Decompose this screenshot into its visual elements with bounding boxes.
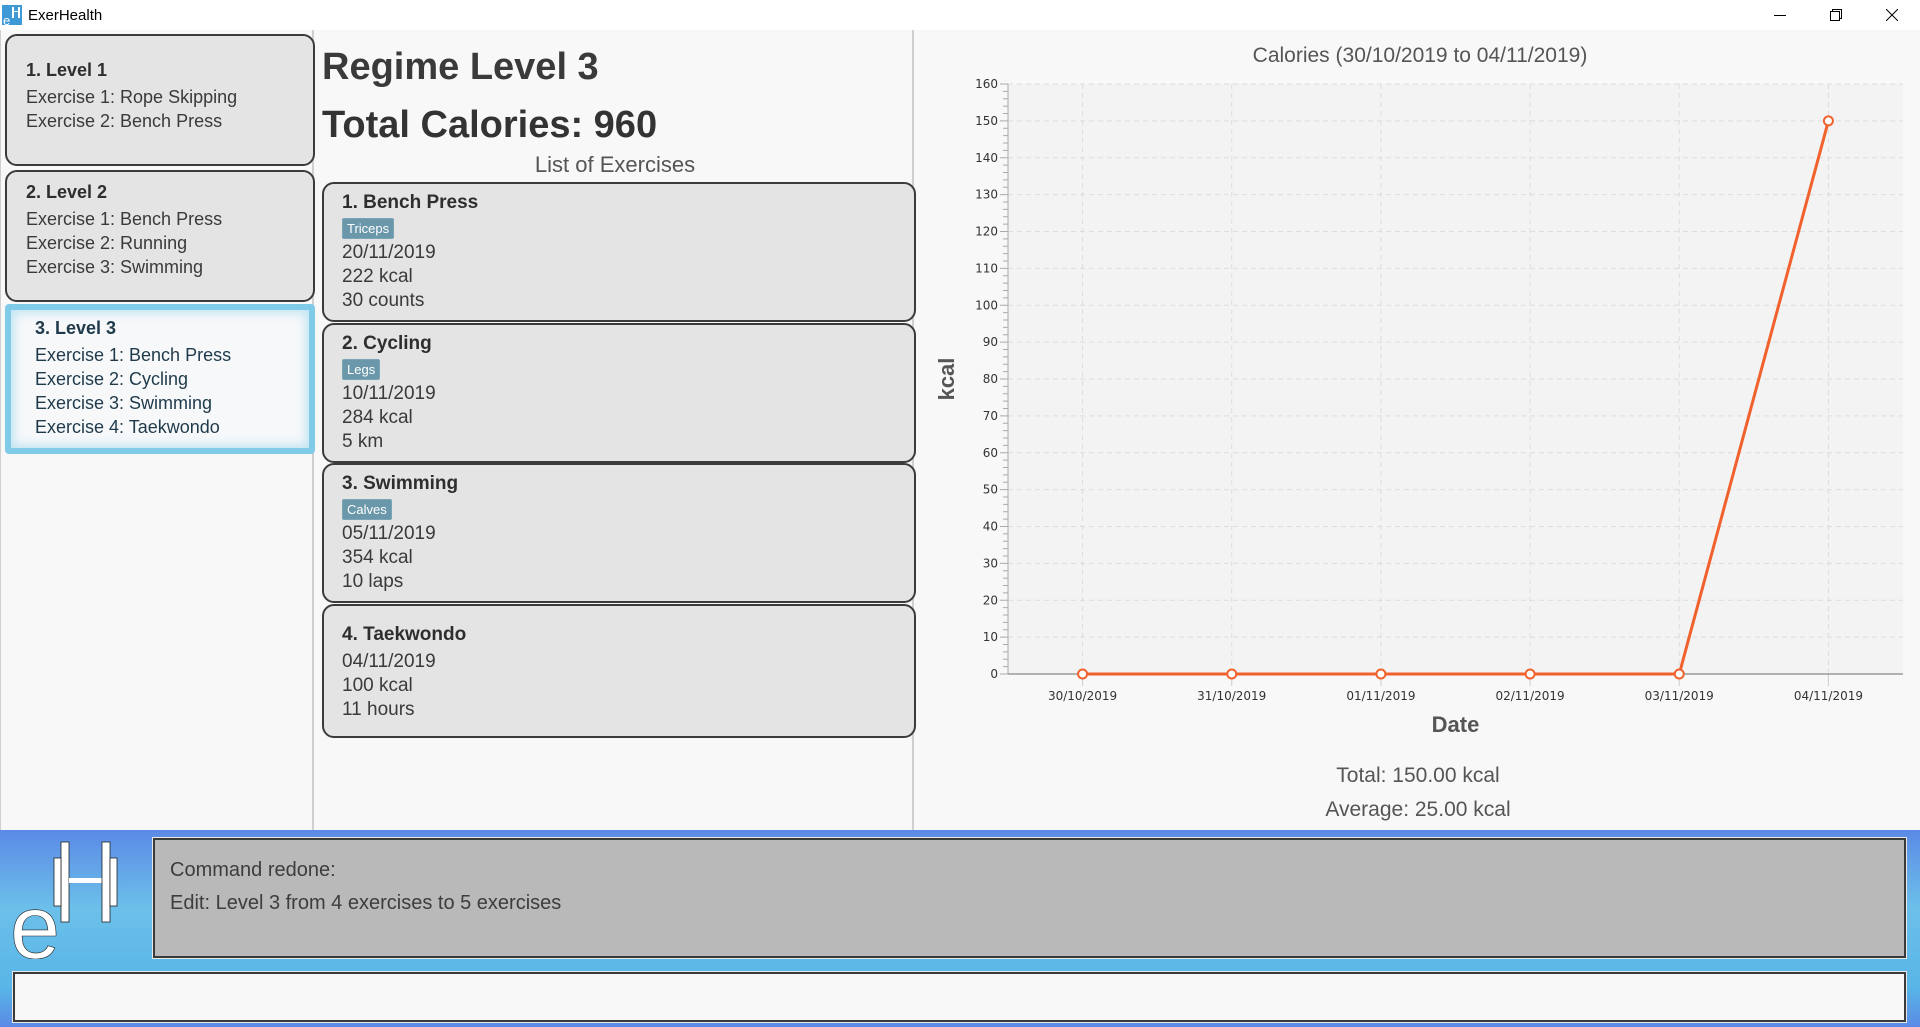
y-tick-label: 70 — [983, 409, 998, 423]
result-line: Edit: Level 3 from 4 exercises to 5 exer… — [170, 892, 562, 914]
y-tick-label: 100 — [975, 298, 998, 312]
restore-icon — [1830, 9, 1842, 21]
regime-list[interactable]: 1. Level 1 Exercise 1: Rope Skipping Exe… — [0, 30, 315, 830]
x-tick-label: 30/10/2019 — [1048, 689, 1117, 703]
y-tick-label: 90 — [983, 335, 998, 349]
regime-heading: Regime Level 3 — [322, 46, 599, 88]
x-tick-label: 04/11/2019 — [1794, 689, 1863, 703]
regime-exercise: Exercise 1: Bench Press — [26, 209, 223, 229]
data-point — [1673, 668, 1685, 680]
close-icon — [1886, 9, 1898, 21]
y-tick-label: 0 — [990, 667, 998, 681]
exercise-card[interactable]: 4. Taekwondo 04/11/2019 100 kcal 11 hour… — [322, 604, 916, 738]
x-axis: 30/10/2019 31/10/2019 01/11/2019 02/11/2019… — [1008, 673, 1903, 703]
regime-exercise: Exercise 2: Running — [26, 233, 188, 253]
data-point — [1822, 115, 1834, 127]
y-tick-label: 50 — [983, 483, 998, 497]
data-point — [1226, 668, 1238, 680]
restore-button[interactable] — [1808, 0, 1864, 30]
data-point — [1524, 668, 1536, 680]
regime-card-level-1[interactable]: 1. Level 1 Exercise 1: Rope Skipping Exe… — [5, 34, 315, 166]
regime-title: 2. Level 2 — [26, 182, 108, 202]
command-area: e Command redone: Edit: Level 3 from 4 e… — [0, 830, 1920, 1027]
exerhealth-logo-icon: e — [10, 841, 118, 959]
regime-exercise: Exercise 1: Bench Press — [35, 345, 232, 365]
exercise-calories: 222 kcal — [342, 266, 413, 287]
regime-card-level-3[interactable]: 3. Level 3 Exercise 1: Bench Press Exerc… — [5, 304, 315, 454]
close-button[interactable] — [1864, 0, 1920, 30]
regime-card-level-2[interactable]: 2. Level 2 Exercise 1: Bench Press Exerc… — [5, 170, 315, 302]
exercise-title: 2. Cycling — [342, 333, 432, 354]
data-point — [1375, 668, 1387, 680]
x-tick-label: 31/10/2019 — [1197, 689, 1266, 703]
y-tick-label: 140 — [975, 151, 998, 165]
data-point — [1077, 668, 1089, 680]
y-tick-label: 40 — [983, 520, 998, 534]
exercise-title: 3. Swimming — [342, 473, 459, 494]
regime-exercise: Exercise 4: Taekwondo — [35, 417, 220, 437]
app-logo-icon: e — [2, 5, 22, 25]
minimize-icon — [1774, 15, 1786, 16]
x-tick-label: 02/11/2019 — [1495, 689, 1564, 703]
exercise-date: 10/11/2019 — [342, 383, 436, 404]
average-calories-stat: Average: 25.00 kcal — [1325, 798, 1511, 821]
exercise-card[interactable]: 1. Bench Press Triceps 20/11/2019 222 kc… — [322, 182, 916, 322]
exercise-date: 05/11/2019 — [342, 523, 436, 544]
regime-title: 3. Level 3 — [35, 318, 117, 338]
y-tick-label: 20 — [983, 593, 998, 607]
window-controls — [1752, 0, 1920, 30]
command-input[interactable] — [12, 971, 1907, 1023]
exercise-title: 4. Taekwondo — [342, 624, 467, 645]
muscle-tag: Triceps — [342, 218, 395, 239]
muscle-tag: Calves — [342, 499, 392, 520]
total-calories: Total Calories: 960 — [322, 104, 658, 146]
y-tick-label: 120 — [975, 225, 998, 239]
y-tick-label: 30 — [983, 556, 998, 570]
exercise-quantity: 5 km — [342, 431, 384, 452]
title-bar: e ExerHealth — [0, 0, 1920, 30]
regime-exercise: Exercise 1: Rope Skipping — [26, 87, 238, 107]
exercise-card[interactable]: 2. Cycling Legs 10/11/2019 284 kcal 5 km — [322, 323, 916, 463]
exercise-list-label: List of Exercises — [534, 152, 696, 177]
exercise-calories: 354 kcal — [342, 547, 413, 568]
x-axis-label: Date — [1432, 712, 1480, 737]
result-line: Command redone: — [170, 859, 336, 881]
y-tick-label: 150 — [975, 114, 998, 128]
y-tick-label: 110 — [975, 261, 998, 275]
exercise-title: 1. Bench Press — [342, 192, 479, 213]
x-tick-label: 01/11/2019 — [1346, 689, 1415, 703]
exercise-date: 04/11/2019 — [342, 651, 436, 672]
y-tick-label: 160 — [975, 77, 998, 91]
chart-title: Calories (30/10/2019 to 04/11/2019) — [1253, 44, 1588, 67]
exercise-quantity: 30 counts — [342, 290, 425, 311]
exercise-card[interactable]: 3. Swimming Calves 05/11/2019 354 kcal 1… — [322, 463, 916, 603]
regime-detail-panel: Regime Level 3 Total Calories: 960 List … — [316, 30, 916, 830]
regime-exercise: Exercise 2: Cycling — [35, 369, 189, 389]
regime-exercise: Exercise 2: Bench Press — [26, 111, 223, 131]
main-area: 1. Level 1 Exercise 1: Rope Skipping Exe… — [0, 30, 1920, 830]
exercise-calories: 100 kcal — [342, 675, 413, 696]
window-title: ExerHealth — [28, 6, 103, 24]
y-tick-label: 80 — [983, 372, 998, 386]
total-calories-stat: Total: 150.00 kcal — [1336, 764, 1500, 787]
y-axis-label: kcal — [934, 358, 959, 401]
calorie-chart-panel: Calories (30/10/2019 to 04/11/2019) 0 10 2… — [916, 30, 1920, 830]
result-display: Command redone: Edit: Level 3 from 4 exe… — [152, 837, 1907, 959]
exercise-quantity: 11 hours — [342, 699, 415, 720]
calorie-line-chart: Calories (30/10/2019 to 04/11/2019) 0 10 2… — [934, 44, 1903, 737]
exercise-date: 20/11/2019 — [342, 242, 436, 263]
x-tick-label: 03/11/2019 — [1645, 689, 1714, 703]
svg-text:e: e — [10, 878, 60, 959]
y-axis: 0 10 20 30 40 50 60 70 80 90 100 110 120 130 140 150 160 — [975, 77, 1009, 681]
y-tick-label: 60 — [983, 446, 998, 460]
y-tick-label: 10 — [983, 630, 998, 644]
exercise-quantity: 10 laps — [342, 571, 404, 592]
regime-title: 1. Level 1 — [26, 60, 108, 80]
muscle-tag: Legs — [342, 359, 381, 380]
regime-exercise: Exercise 3: Swimming — [26, 257, 204, 277]
regime-exercise: Exercise 3: Swimming — [35, 393, 213, 413]
minimize-button[interactable] — [1752, 0, 1808, 30]
exercise-calories: 284 kcal — [342, 407, 413, 428]
y-tick-label: 130 — [975, 188, 998, 202]
